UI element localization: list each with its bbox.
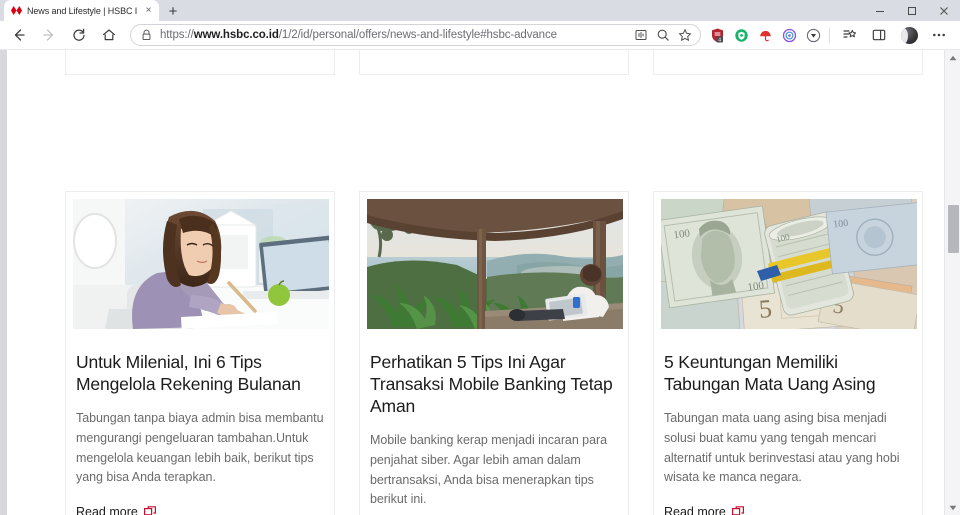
forward-button[interactable] (34, 22, 64, 48)
extensions-area: 4 (705, 23, 825, 47)
url-text: https://www.hsbc.co.id/1/2/id/personal/o… (160, 29, 630, 41)
article-card-partial[interactable] (653, 50, 923, 75)
article-card[interactable]: Perhatikan 5 Tips Ini Agar Transaksi Mob… (359, 191, 629, 515)
profile-avatar[interactable] (894, 22, 924, 48)
scroll-down-arrow-icon[interactable] (945, 500, 960, 515)
avatar (900, 26, 918, 44)
article-card-partial[interactable] (359, 50, 629, 75)
page-left-edge (0, 50, 7, 515)
back-button[interactable] (4, 22, 34, 48)
favorite-star-icon[interactable] (674, 25, 696, 45)
new-tab-button[interactable]: + (161, 1, 185, 21)
collections-icon[interactable] (834, 22, 864, 48)
reload-button[interactable] (64, 22, 94, 48)
minimize-button[interactable] (864, 0, 896, 21)
article-card-grid-row-2: Untuk Milenial, Ini 6 Tips Mengelola Rek… (65, 191, 923, 515)
toolbar-divider (829, 27, 830, 43)
article-description: Tabungan mata uang asing bisa menjadi so… (664, 411, 900, 485)
lock-icon (139, 28, 153, 42)
article-description: Mobile banking kerap menjadi incaran par… (370, 433, 607, 507)
browser-window: News and Lifestyle | HSBC Indon × + (0, 0, 960, 515)
window-controls (864, 0, 960, 21)
article-card-body: Perhatikan 5 Tips Ini Agar Transaksi Mob… (360, 329, 628, 515)
svg-text:100: 100 (673, 227, 692, 241)
read-more-link[interactable]: Read more (76, 505, 156, 515)
scroll-up-arrow-icon[interactable] (945, 50, 960, 65)
svg-text:100: 100 (747, 279, 766, 293)
address-bar[interactable]: https://www.hsbc.co.id/1/2/id/personal/o… (130, 24, 701, 46)
svg-text:100: 100 (833, 218, 849, 231)
maximize-button[interactable] (896, 0, 928, 21)
article-description: Tabungan tanpa biaya admin bisa membantu… (76, 411, 324, 485)
woman-studying-at-desk-photo (73, 199, 329, 329)
article-title: Untuk Milenial, Ini 6 Tips Mengelola Rek… (76, 352, 301, 395)
browser-toolbar: https://www.hsbc.co.id/1/2/id/personal/o… (0, 21, 960, 50)
red-umbrella-extension-icon[interactable] (753, 23, 777, 47)
read-more-label: Read more (76, 505, 138, 515)
external-link-icon (731, 506, 744, 515)
purple-circle-extension-icon[interactable] (777, 23, 801, 47)
tab-close-icon[interactable]: × (142, 4, 155, 17)
browser-tab-active[interactable]: News and Lifestyle | HSBC Indon × (4, 0, 159, 21)
zoom-icon[interactable] (652, 25, 674, 45)
hsbc-hexagon-favicon (11, 5, 22, 16)
split-screen-icon[interactable] (864, 22, 894, 48)
close-button[interactable] (928, 0, 960, 21)
article-card[interactable]: 5 5 100 100 100 100 5 Keuntungan Memilik… (653, 191, 923, 515)
page-viewport: Untuk Milenial, Ini 6 Tips Mengelola Rek… (0, 50, 960, 515)
read-aloud-icon[interactable] (630, 25, 652, 45)
scrollbar-thumb[interactable] (948, 205, 959, 253)
article-card[interactable]: Untuk Milenial, Ini 6 Tips Mengelola Rek… (65, 191, 335, 515)
page-content: Untuk Milenial, Ini 6 Tips Mengelola Rek… (7, 50, 938, 515)
svg-text:4: 4 (718, 37, 721, 43)
article-card-body: 5 Keuntungan Memiliki Tabungan Mata Uang… (654, 329, 922, 515)
svg-text:5: 5 (758, 294, 773, 324)
read-more-label: Read more (664, 505, 726, 515)
article-card-partial[interactable] (65, 50, 335, 75)
address-bar-actions (630, 25, 696, 45)
url-scheme: https:// (160, 29, 194, 41)
tab-strip: News and Lifestyle | HSBC Indon × + (0, 0, 960, 21)
home-button[interactable] (94, 22, 124, 48)
article-title: 5 Keuntungan Memiliki Tabungan Mata Uang… (664, 352, 876, 395)
green-shield-extension-icon[interactable] (729, 23, 753, 47)
man-with-laptop-on-hillside-terrace-photo (367, 199, 623, 329)
read-more-link[interactable]: Read more (664, 505, 744, 515)
foreign-currency-banknotes-photo: 5 5 100 100 100 100 (661, 199, 917, 329)
article-title: Perhatikan 5 Tips Ini Agar Transaksi Mob… (370, 352, 613, 417)
url-domain: www.hsbc.co.id (193, 29, 279, 41)
shield-extension-icon[interactable]: 4 (705, 23, 729, 47)
tab-title: News and Lifestyle | HSBC Indon (27, 5, 137, 16)
dark-dropdown-extension-icon[interactable] (801, 23, 825, 47)
more-options-icon[interactable] (924, 22, 954, 48)
article-card-body: Untuk Milenial, Ini 6 Tips Mengelola Rek… (66, 329, 334, 515)
url-path: /1/2/id/personal/offers/news-and-lifesty… (278, 29, 557, 41)
page-scrollbar[interactable] (944, 50, 960, 515)
external-link-icon (143, 506, 156, 515)
article-card-grid-row-1 (65, 50, 923, 75)
